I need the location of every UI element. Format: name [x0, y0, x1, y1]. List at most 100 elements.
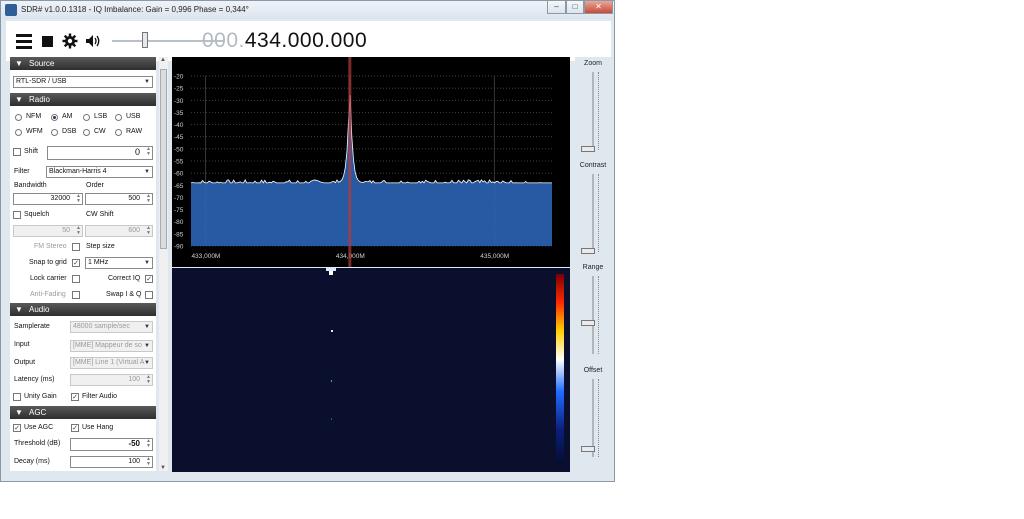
- mode-am-radio[interactable]: [51, 114, 58, 121]
- correct-iq-checkbox[interactable]: ✓: [145, 275, 153, 283]
- scroll-down-arrow[interactable]: ▼: [160, 465, 166, 471]
- y-tick-label: -45: [174, 134, 184, 141]
- y-tick-label: -85: [174, 231, 184, 238]
- y-tick-label: -70: [174, 195, 184, 202]
- lock-carrier-checkbox[interactable]: [72, 275, 80, 283]
- zoom-slider[interactable]: [581, 146, 595, 152]
- shift-label: Shift: [24, 148, 39, 155]
- color-scale-bar: [556, 274, 564, 464]
- step-size-label: Step size: [86, 243, 115, 250]
- threshold-input[interactable]: -50 ▲ ▼: [70, 438, 153, 451]
- use-agc-checkbox[interactable]: ✓: [13, 424, 21, 432]
- y-tick-label: -25: [174, 86, 184, 93]
- latency-label: Latency (ms): [14, 376, 55, 383]
- source-device-select[interactable]: RTL-SDR / USB ▼: [13, 76, 153, 88]
- cw-shift-input[interactable]: 600 ▲ ▼: [85, 225, 153, 237]
- order-input[interactable]: 500 ▲ ▼: [85, 193, 153, 205]
- y-tick-label: -30: [174, 98, 184, 105]
- squelch-checkbox[interactable]: [13, 211, 21, 219]
- volume-slider[interactable]: [142, 32, 148, 48]
- output-device-select[interactable]: [MME] Line 1 (Virtual A ▼: [70, 357, 153, 369]
- use-hang-label: Use Hang: [82, 424, 114, 431]
- unity-gain-checkbox[interactable]: [13, 393, 21, 401]
- source-header[interactable]: ▼ Source: [10, 57, 156, 70]
- zoom-label: Zoom: [584, 60, 602, 67]
- x-tick-label: 433,000M: [191, 253, 220, 260]
- app-icon: [5, 4, 17, 16]
- mode-label: RAW: [126, 128, 143, 135]
- y-tick-label: -40: [174, 122, 184, 129]
- use-hang-checkbox[interactable]: ✓: [71, 424, 79, 432]
- contrast-slider[interactable]: [581, 248, 595, 254]
- latency-input[interactable]: 100 ▲ ▼: [70, 374, 153, 386]
- mode-label: NFM: [26, 113, 42, 120]
- swap-iq-checkbox[interactable]: [145, 291, 153, 299]
- spectrum-trace: [190, 95, 552, 184]
- frequency-prefix: 000.: [202, 29, 245, 52]
- settings-panel: ▼ Source RTL-SDR / USB ▼ ▼ Radio NFM AM LSB…: [10, 57, 156, 471]
- menu-icon[interactable]: [16, 34, 32, 50]
- gear-icon[interactable]: [62, 33, 78, 49]
- scroll-up-arrow[interactable]: ▲: [160, 57, 166, 63]
- range-track: [592, 276, 594, 354]
- y-tick-label: -60: [174, 171, 184, 178]
- squelch-input[interactable]: 50 ▲ ▼: [13, 225, 83, 237]
- waterfall-peak-top: [326, 268, 336, 271]
- mode-label: USB: [126, 113, 141, 120]
- contrast-ticks: [598, 174, 603, 252]
- range-slider[interactable]: [581, 320, 595, 326]
- mode-wfm-radio[interactable]: [15, 129, 22, 136]
- range-ticks: [598, 276, 603, 354]
- radio-header[interactable]: ▼ Radio: [10, 93, 156, 106]
- y-tick-label: -50: [174, 146, 184, 153]
- offset-slider[interactable]: [581, 446, 595, 452]
- bandwidth-label: Bandwidth: [14, 182, 47, 189]
- frequency-display[interactable]: 000.434.000.000: [202, 29, 367, 53]
- filter-label: Filter: [14, 168, 30, 175]
- frequency-marker: [348, 57, 352, 267]
- shift-checkbox[interactable]: [13, 148, 21, 156]
- threshold-label: Threshold (dB): [14, 440, 61, 447]
- shift-input[interactable]: 0 ▲ ▼: [47, 146, 153, 160]
- offset-ticks: [598, 379, 603, 457]
- audio-header[interactable]: ▼ Audio: [10, 303, 156, 316]
- decay-input[interactable]: 100 ▲ ▼: [70, 456, 153, 468]
- mode-cw-radio[interactable]: [83, 129, 90, 136]
- waterfall-display[interactable]: [172, 268, 570, 472]
- fm-stereo-checkbox[interactable]: [72, 243, 80, 251]
- toolbar: 000.434.000.000: [6, 21, 611, 61]
- mode-nfm-radio[interactable]: [15, 114, 22, 121]
- close-button[interactable]: ✕: [584, 1, 613, 14]
- bandwidth-input[interactable]: 32000 ▲ ▼: [13, 193, 83, 205]
- waterfall-trace: [331, 380, 332, 382]
- scrollbar-thumb[interactable]: [160, 69, 167, 249]
- anti-fading-label: Anti-Fading: [30, 291, 66, 298]
- snap-to-grid-checkbox[interactable]: ✓: [72, 259, 80, 267]
- samplerate-select[interactable]: 48000 sample/sec ▼: [70, 321, 153, 333]
- fm-stereo-label: FM Stereo: [34, 243, 67, 250]
- mode-dsb-radio[interactable]: [51, 129, 58, 136]
- swap-iq-label: Swap I & Q: [106, 291, 142, 298]
- lock-carrier-label: Lock carrier: [30, 275, 67, 282]
- mode-raw-radio[interactable]: [115, 129, 122, 136]
- anti-fading-checkbox[interactable]: [72, 291, 80, 299]
- mode-label: WFM: [26, 128, 43, 135]
- mode-lsb-radio[interactable]: [83, 114, 90, 121]
- speaker-icon[interactable]: [85, 33, 101, 49]
- minimize-button[interactable]: –: [547, 1, 566, 14]
- filter-select[interactable]: Blackman-Harris 4 ▼: [46, 166, 153, 178]
- waterfall-trace: [331, 418, 332, 420]
- mode-usb-radio[interactable]: [115, 114, 122, 121]
- spectrum-analyzer[interactable]: -20 -25 -30 -35 -40 -45 -50 -55 -60 -65 -70 -75 -80 -…: [172, 57, 570, 267]
- x-tick-label: 435,000M: [480, 253, 509, 260]
- agc-header[interactable]: ▼ AGC: [10, 406, 156, 419]
- waterfall-peak-top: [329, 271, 333, 275]
- settings-scrollbar[interactable]: ▲ ▼: [159, 57, 168, 471]
- snap-to-grid-label: Snap to grid: [29, 259, 67, 266]
- step-size-select[interactable]: 1 MHz ▼: [85, 257, 153, 269]
- mode-label: DSB: [62, 128, 77, 135]
- input-device-select[interactable]: [MME] Mappeur de so ▼: [70, 340, 153, 352]
- maximize-button[interactable]: □: [566, 1, 584, 14]
- filter-audio-checkbox[interactable]: ✓: [71, 393, 79, 401]
- stop-icon[interactable]: [42, 36, 53, 47]
